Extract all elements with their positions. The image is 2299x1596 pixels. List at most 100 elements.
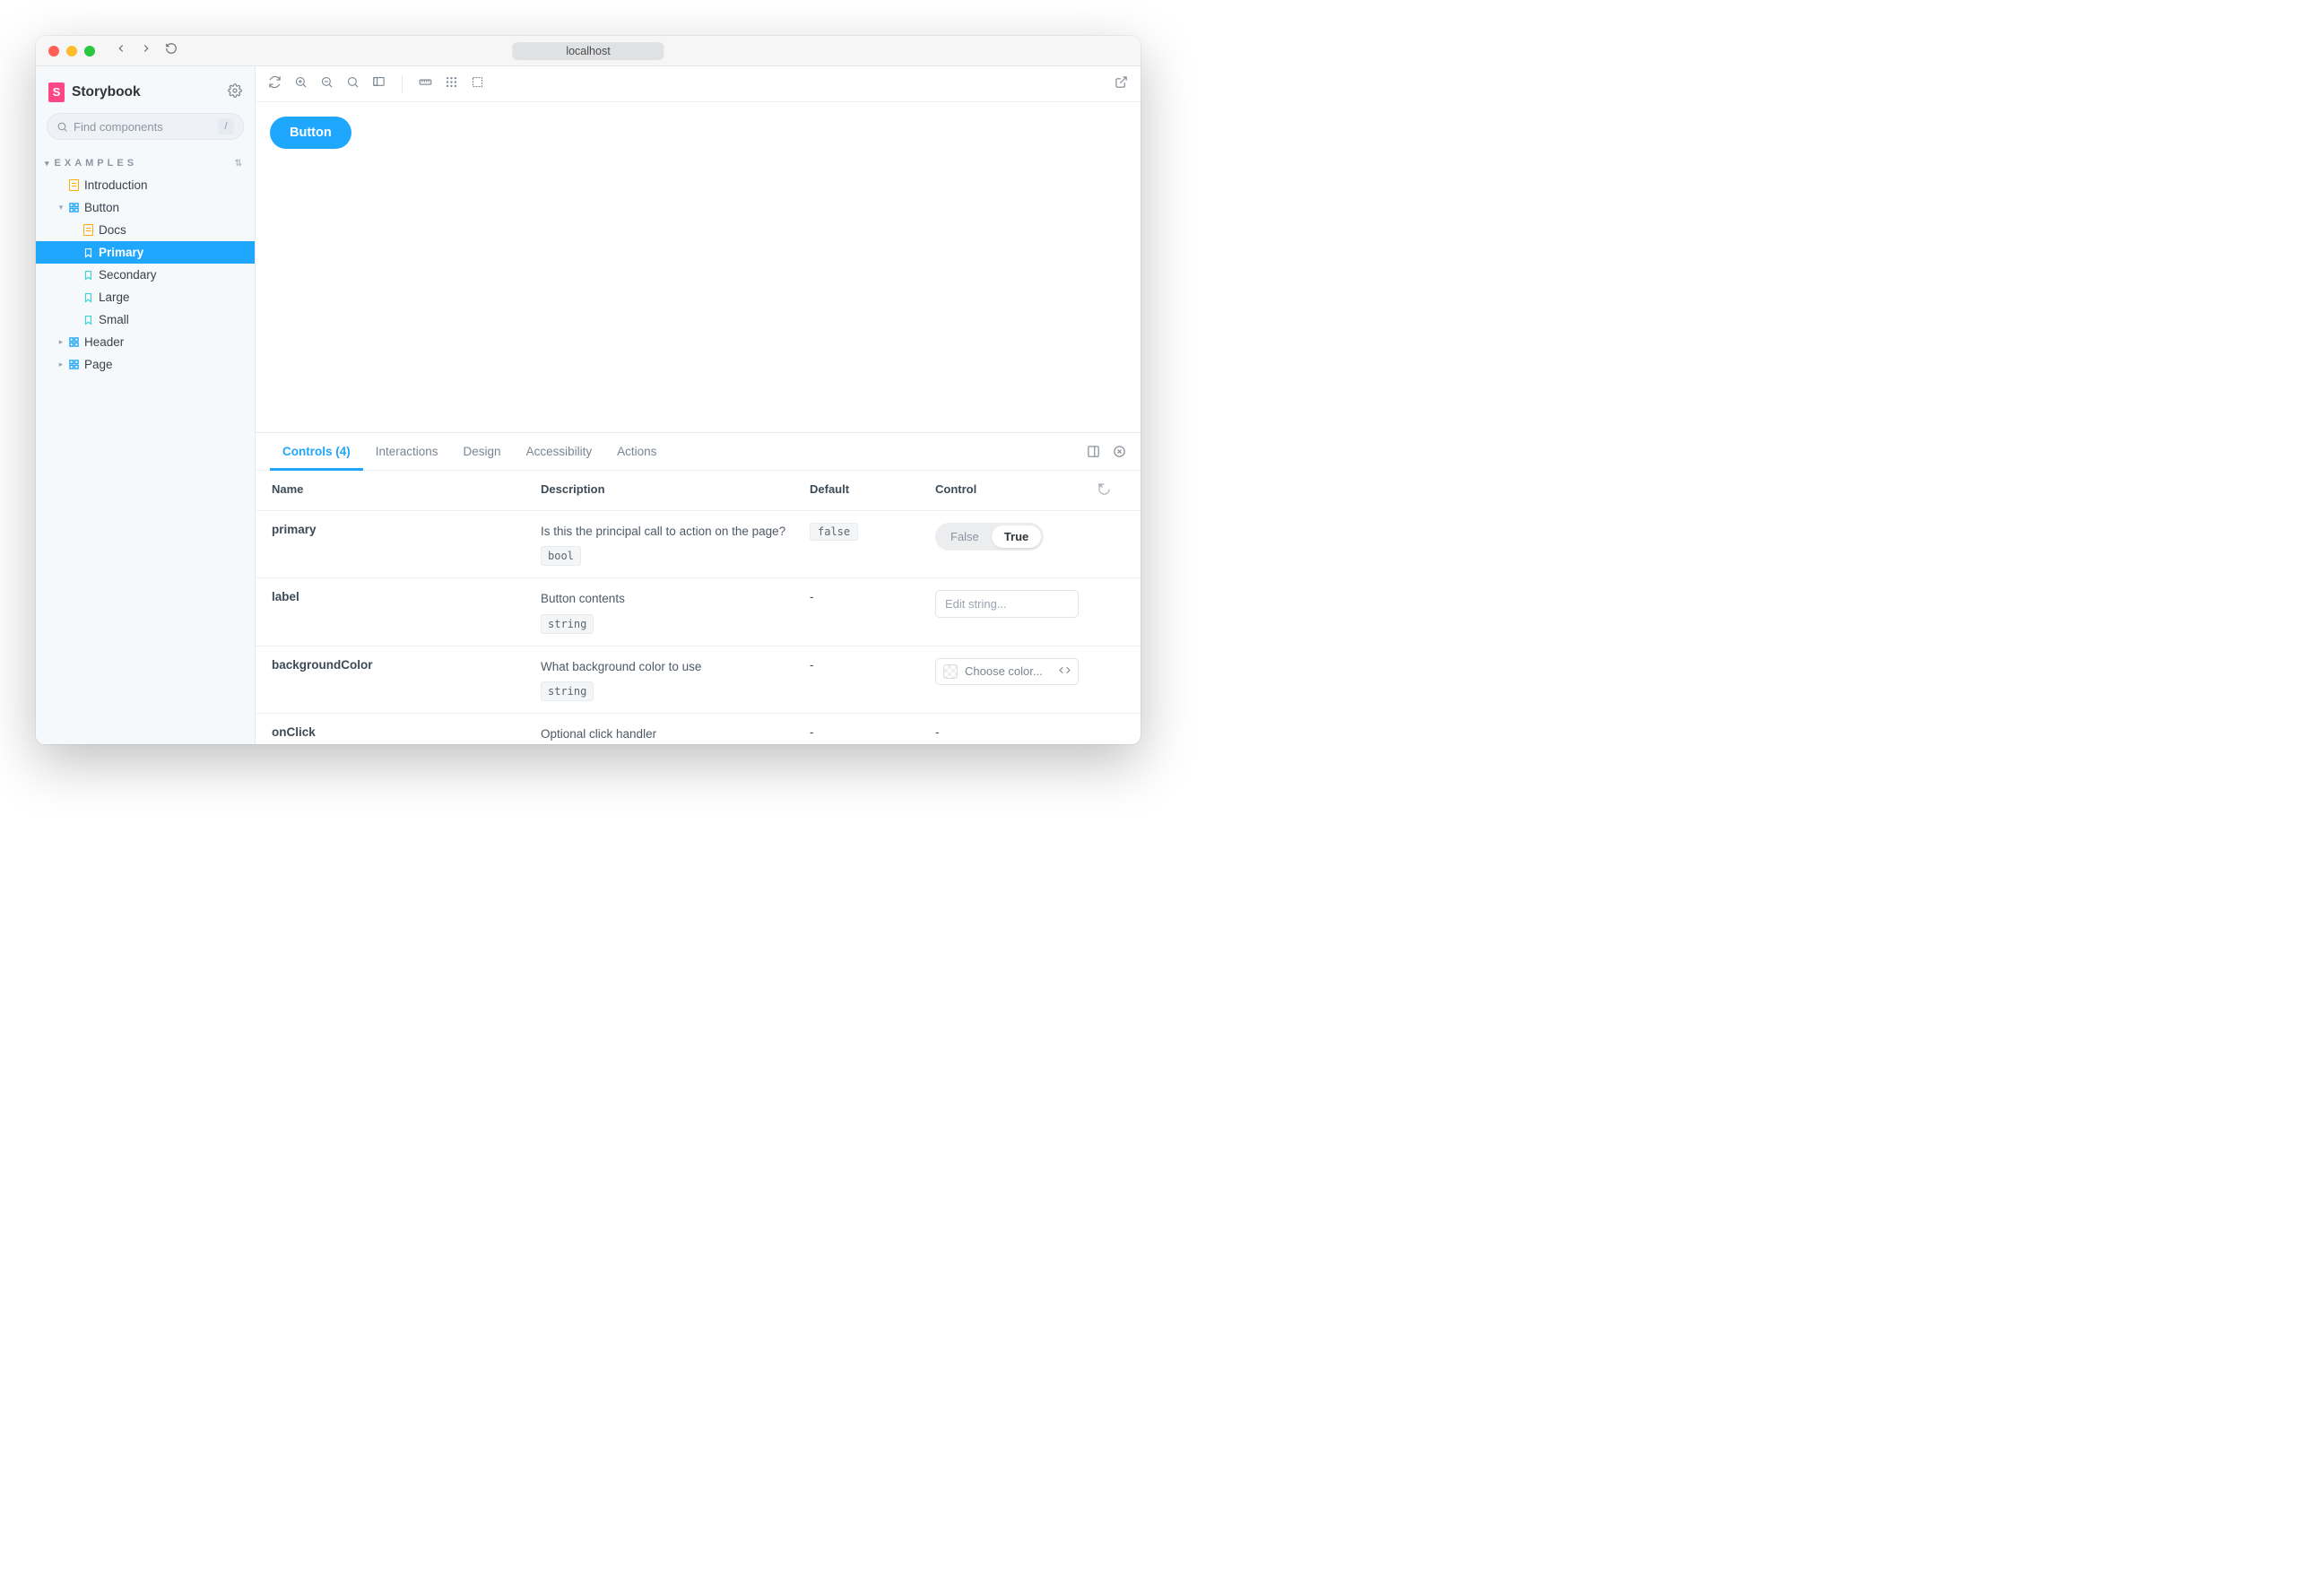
outline-icon[interactable] xyxy=(471,75,484,93)
default-value: - xyxy=(810,590,935,603)
nav-label: Introduction xyxy=(84,178,148,192)
search-placeholder: Find components xyxy=(74,120,218,134)
nav-item-large[interactable]: Large xyxy=(36,286,255,308)
type-tag: bool xyxy=(541,546,581,566)
maximize-window-button[interactable] xyxy=(84,46,95,56)
zoom-in-icon[interactable] xyxy=(294,75,308,93)
type-tag: string xyxy=(541,681,594,701)
storybook-logo-icon xyxy=(48,82,65,102)
control-value: - xyxy=(935,725,1097,739)
forward-icon[interactable] xyxy=(140,42,152,59)
col-default: Default xyxy=(810,482,935,496)
url-bar[interactable]: localhost xyxy=(512,42,664,60)
tab-controls[interactable]: Controls (4) xyxy=(270,433,363,470)
prop-name: label xyxy=(272,590,541,603)
default-tag: false xyxy=(810,523,858,541)
nav-item-header[interactable]: ▸ Header xyxy=(36,331,255,353)
grid-icon[interactable] xyxy=(445,75,458,93)
tab-interactions[interactable]: Interactions xyxy=(363,433,451,470)
app-window: localhost Storybook Find components / xyxy=(36,36,1141,744)
panel-orientation-icon[interactable] xyxy=(1087,445,1100,458)
nav-label: Button xyxy=(84,201,119,214)
nav-tree: Introduction ▾ Button Docs Primary xyxy=(36,174,255,376)
back-icon[interactable] xyxy=(115,42,127,59)
search-input[interactable]: Find components / xyxy=(47,113,244,140)
open-new-tab-icon[interactable] xyxy=(1115,75,1128,93)
document-icon xyxy=(66,179,81,191)
close-window-button[interactable] xyxy=(48,46,59,56)
brand[interactable]: Storybook xyxy=(48,82,141,102)
reset-icon[interactable] xyxy=(1097,482,1124,499)
code-icon[interactable] xyxy=(1059,664,1071,679)
nav-item-primary[interactable]: Primary xyxy=(36,241,255,264)
controls-table: Name Description Default Control primary… xyxy=(256,471,1141,744)
nav-item-docs[interactable]: Docs xyxy=(36,219,255,241)
addon-tabs: Controls (4) Interactions Design Accessi… xyxy=(256,433,1141,471)
component-icon xyxy=(66,360,81,369)
search-shortcut: / xyxy=(218,118,234,134)
canvas-toolbar xyxy=(256,66,1141,102)
toggle-false[interactable]: False xyxy=(938,525,992,548)
search-icon xyxy=(56,121,68,133)
tab-actions[interactable]: Actions xyxy=(604,433,669,470)
viewport-icon[interactable] xyxy=(372,75,386,93)
component-icon xyxy=(66,203,81,213)
minimize-window-button[interactable] xyxy=(66,46,77,56)
control-row-onclick: onClick Optional click handler func - - xyxy=(256,714,1141,744)
sync-icon[interactable] xyxy=(268,75,282,93)
default-value: - xyxy=(810,658,935,672)
prop-name: primary xyxy=(272,523,541,536)
col-control: Control xyxy=(935,482,1097,496)
nav-item-secondary[interactable]: Secondary xyxy=(36,264,255,286)
tab-accessibility[interactable]: Accessibility xyxy=(514,433,605,470)
control-row-label: label Button contents string - Edit stri… xyxy=(256,578,1141,646)
col-name: Name xyxy=(272,482,541,496)
boolean-toggle[interactable]: False True xyxy=(935,523,1044,551)
string-input[interactable]: Edit string... xyxy=(935,590,1079,618)
prop-description: Optional click handler func xyxy=(541,725,810,744)
nav-label: Large xyxy=(99,291,130,304)
titlebar: localhost xyxy=(36,36,1141,66)
prop-description: Is this the principal call to action on … xyxy=(541,523,810,566)
preview-button[interactable]: Button xyxy=(270,117,351,149)
sidebar: Storybook Find components / ▾ EXAMPLES xyxy=(36,66,256,744)
zoom-reset-icon[interactable] xyxy=(346,75,360,93)
bookmark-icon xyxy=(81,292,95,303)
color-input[interactable]: Choose color... xyxy=(935,658,1079,685)
col-description: Description xyxy=(541,482,810,496)
browser-nav xyxy=(115,42,178,59)
main: Button Controls (4) Interactions Design … xyxy=(256,66,1141,744)
control-row-primary: primary Is this the principal call to ac… xyxy=(256,511,1141,578)
bookmark-icon xyxy=(81,270,95,281)
prop-name: backgroundColor xyxy=(272,658,541,672)
nav-label: Small xyxy=(99,313,129,326)
section-header-examples[interactable]: ▾ EXAMPLES ⇅ xyxy=(36,149,255,174)
component-icon xyxy=(66,337,81,347)
zoom-out-icon[interactable] xyxy=(320,75,334,93)
bookmark-icon xyxy=(81,247,95,258)
section-title: EXAMPLES xyxy=(55,158,138,169)
gear-icon[interactable] xyxy=(228,83,242,102)
nav-item-button[interactable]: ▾ Button xyxy=(36,196,255,219)
nav-item-page[interactable]: ▸ Page xyxy=(36,353,255,376)
story-canvas: Button xyxy=(256,102,1141,432)
close-panel-icon[interactable] xyxy=(1113,445,1126,458)
nav-label: Header xyxy=(84,335,124,349)
reload-icon[interactable] xyxy=(165,42,178,59)
bookmark-icon xyxy=(81,315,95,325)
brand-name: Storybook xyxy=(72,84,141,100)
toggle-true[interactable]: True xyxy=(992,525,1041,548)
nav-label: Secondary xyxy=(99,268,157,282)
measure-icon[interactable] xyxy=(419,75,432,93)
type-tag: string xyxy=(541,614,594,634)
nav-item-small[interactable]: Small xyxy=(36,308,255,331)
controls-table-header: Name Description Default Control xyxy=(256,471,1141,511)
nav-item-introduction[interactable]: Introduction xyxy=(36,174,255,196)
control-row-backgroundcolor: backgroundColor What background color to… xyxy=(256,646,1141,714)
color-swatch-icon xyxy=(943,664,958,679)
nav-label: Primary xyxy=(99,246,143,259)
nav-label: Page xyxy=(84,358,113,371)
addons-panel: Controls (4) Interactions Design Accessi… xyxy=(256,432,1141,744)
tab-design[interactable]: Design xyxy=(451,433,514,470)
sort-icon[interactable]: ⇅ xyxy=(235,159,242,169)
